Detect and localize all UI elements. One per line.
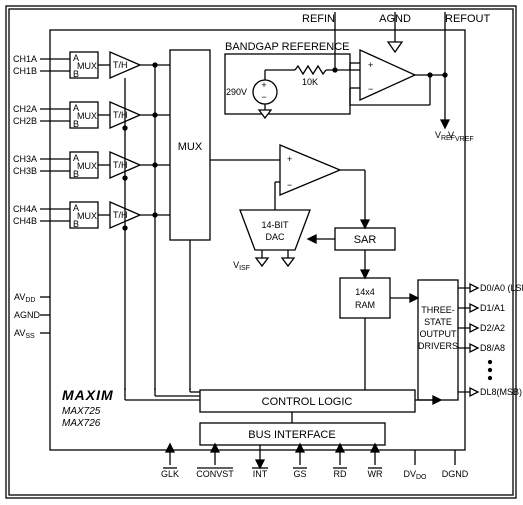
svg-text:B: B — [73, 119, 79, 129]
dac-line2: DAC — [265, 232, 285, 242]
vref-label: VREF — [455, 136, 474, 143]
svg-text:MUX: MUX — [77, 211, 97, 221]
pin-d0: D0/A0 (LSB) — [480, 283, 523, 293]
svg-text:DVDO: DVDO — [403, 469, 427, 481]
pin-ch1b: CH1B — [13, 66, 37, 76]
svg-text:MUX: MUX — [77, 111, 97, 121]
sar-block: SAR — [354, 234, 377, 246]
pin-ch4a: CH4A — [13, 204, 37, 214]
pin-glk: GLK — [161, 469, 179, 479]
ram-line1: 14x4 — [355, 287, 375, 297]
pin-ch2a: CH2A — [13, 104, 37, 114]
pin-ch3a: CH3A — [13, 154, 37, 164]
mux-block: MUX — [178, 141, 203, 153]
th-1: T/H — [113, 60, 128, 70]
drv-l3: OUTPUT — [420, 329, 458, 339]
control-logic-block: CONTROL LOGIC — [262, 396, 353, 408]
svg-text:−: − — [261, 92, 266, 102]
svg-text:−: − — [368, 84, 373, 94]
pin-int: INT — [253, 469, 268, 479]
svg-text:B: B — [73, 169, 79, 179]
drv-l2: STATE — [424, 317, 452, 327]
logo-model2: MAX726 — [62, 418, 101, 429]
pin-wr: WR — [368, 469, 383, 479]
drv-l1: THREE- — [421, 305, 455, 315]
pin-d2: D2/A2 — [480, 323, 505, 333]
svg-text:+: + — [368, 60, 373, 70]
svg-text:VISF: VISF — [233, 260, 250, 272]
logo-model1: MAX725 — [62, 406, 101, 417]
pin-agnd-top: AGND — [379, 13, 411, 25]
bandgap-voltage: 290V — [226, 87, 247, 97]
pin-rd: RD — [334, 469, 347, 479]
pin-d1: D1/A1 — [480, 303, 505, 313]
svg-text:MUX: MUX — [77, 61, 97, 71]
pin-gs: GS — [293, 469, 306, 479]
pin-agnd-left: AGND — [14, 310, 41, 320]
logo-brand: MAXIM — [62, 387, 114, 403]
bandgap-resistor: 10K — [302, 77, 318, 87]
pin-ch4b: CH4B — [13, 216, 37, 226]
pin-ch1a: CH1A — [13, 54, 37, 64]
pin-refout: REFOUT — [445, 13, 491, 25]
svg-text:MUX: MUX — [77, 161, 97, 171]
pin-ch3b: CH3B — [13, 166, 37, 176]
bus-interface-block: BUS INTERFACE — [248, 429, 335, 441]
pin-ch2b: CH2B — [13, 116, 37, 126]
svg-text:+: + — [287, 154, 292, 164]
svg-text:B: B — [73, 69, 79, 79]
svg-text:+: + — [261, 80, 266, 90]
pin-dgnd: DGND — [442, 469, 469, 479]
pin-dl8: DL8(MSB) — [480, 387, 522, 397]
svg-text:AVSS: AVSS — [14, 328, 35, 340]
pin-refin: REFIN — [302, 13, 335, 25]
svg-text:−: − — [287, 180, 292, 190]
drv-l4: DRIVERS — [418, 341, 458, 351]
pin-d8: D8/A8 — [480, 343, 505, 353]
dac-line1: 14-BIT — [261, 220, 289, 230]
pin-convst: CONVST — [196, 469, 234, 479]
svg-text:B: B — [73, 219, 79, 229]
svg-text:AVDD: AVDD — [14, 292, 35, 304]
bandgap-title: BANDGAP REFERENCE — [225, 41, 350, 53]
ram-line2: RAM — [355, 300, 375, 310]
